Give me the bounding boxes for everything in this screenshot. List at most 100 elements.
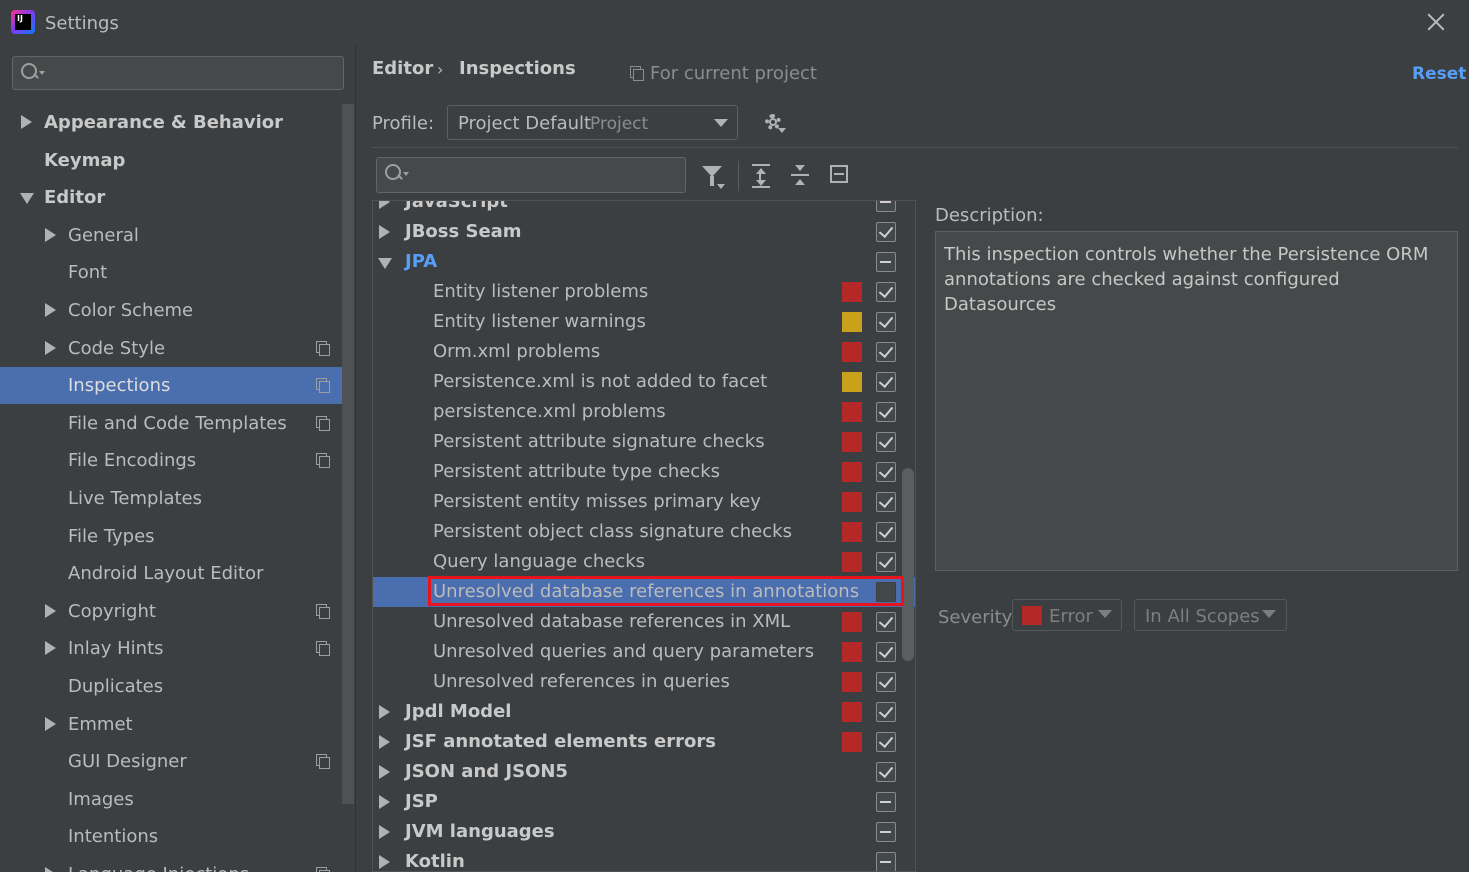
inspection-checkbox[interactable] (876, 792, 896, 812)
inspection-checkbox[interactable] (876, 642, 896, 662)
chevron-down-icon[interactable] (20, 193, 34, 204)
sidebar-item-inspections[interactable]: Inspections (0, 367, 354, 404)
settings-search-input[interactable] (12, 56, 344, 90)
sidebar-item-color-scheme[interactable]: Color Scheme (0, 292, 354, 329)
sidebar-item-duplicates[interactable]: Duplicates (0, 668, 354, 705)
reset-link[interactable]: Reset (1412, 64, 1466, 84)
inspection-row-jpa[interactable]: JPA (373, 247, 915, 277)
inspection-row-persistence-xml-is-not-added-to-facet[interactable]: Persistence.xml is not added to facet (373, 367, 915, 397)
inspection-checkbox[interactable] (876, 312, 896, 332)
sidebar-item-android-layout-editor[interactable]: Android Layout Editor (0, 555, 354, 592)
sidebar-item-editor[interactable]: Editor (0, 179, 354, 216)
inspection-row-orm-xml-problems[interactable]: Orm.xml problems (373, 337, 915, 367)
inspection-checkbox[interactable] (876, 492, 896, 512)
sidebar-scrollbar[interactable] (342, 104, 354, 804)
chevron-right-icon[interactable] (379, 225, 390, 239)
sidebar-item-language-injections[interactable]: Language Injections (0, 856, 354, 872)
inspection-checkbox[interactable] (876, 732, 896, 752)
inspection-row-javascript[interactable]: JavaScript (373, 200, 915, 217)
inspection-row-persistence-xml-problems[interactable]: persistence.xml problems (373, 397, 915, 427)
inspection-row-jsf-annotated-elements-errors[interactable]: JSF annotated elements errors (373, 727, 915, 757)
inspection-row-unresolved-database-references-in-annotations[interactable]: Unresolved database references in annota… (373, 577, 915, 607)
inspection-row-entity-listener-problems[interactable]: Entity listener problems (373, 277, 915, 307)
chevron-right-icon[interactable] (45, 867, 56, 872)
inspection-row-unresolved-database-references-in-xml[interactable]: Unresolved database references in XML (373, 607, 915, 637)
scope-dropdown[interactable]: In All Scopes (1134, 599, 1287, 631)
search-options-chevron-icon[interactable] (403, 172, 409, 176)
inspections-scrollbar[interactable] (902, 468, 914, 661)
inspection-row-unresolved-references-in-queries[interactable]: Unresolved references in queries (373, 667, 915, 697)
inspection-checkbox[interactable] (876, 762, 896, 782)
breadcrumb-editor[interactable]: Editor (372, 58, 433, 79)
inspection-checkbox[interactable] (876, 222, 896, 242)
sidebar-item-inlay-hints[interactable]: Inlay Hints (0, 630, 354, 667)
sidebar-item-intentions[interactable]: Intentions (0, 818, 354, 855)
reset-to-default-icon[interactable] (830, 165, 850, 185)
inspection-checkbox[interactable] (876, 852, 896, 872)
inspection-checkbox[interactable] (876, 342, 896, 362)
chevron-right-icon[interactable] (379, 795, 390, 809)
profile-dropdown[interactable]: Project Default Project (447, 105, 738, 140)
chevron-down-icon[interactable] (378, 258, 392, 269)
sidebar-item-file-encodings[interactable]: File Encodings (0, 442, 354, 479)
chevron-right-icon[interactable] (45, 303, 56, 317)
inspection-row-query-language-checks[interactable]: Query language checks (373, 547, 915, 577)
inspection-checkbox[interactable] (876, 252, 896, 272)
inspection-checkbox[interactable] (876, 432, 896, 452)
search-options-chevron-icon[interactable] (39, 71, 45, 75)
inspection-row-persistent-attribute-signature-checks[interactable]: Persistent attribute signature checks (373, 427, 915, 457)
sidebar-item-appearance-behavior[interactable]: Appearance & Behavior (0, 104, 354, 141)
sidebar-item-gui-designer[interactable]: GUI Designer (0, 743, 354, 780)
chevron-right-icon[interactable] (379, 705, 390, 719)
collapse-all-icon[interactable] (791, 164, 811, 188)
sidebar-item-code-style[interactable]: Code Style (0, 330, 354, 367)
sidebar-item-file-types[interactable]: File Types (0, 518, 354, 555)
sidebar-item-emmet[interactable]: Emmet (0, 706, 354, 743)
inspection-row-persistent-entity-misses-primary-key[interactable]: Persistent entity misses primary key (373, 487, 915, 517)
inspection-checkbox[interactable] (876, 702, 896, 722)
chevron-right-icon[interactable] (379, 765, 390, 779)
close-icon[interactable] (1424, 10, 1448, 34)
inspection-row-jsp[interactable]: JSP (373, 787, 915, 817)
inspection-row-jboss-seam[interactable]: JBoss Seam (373, 217, 915, 247)
inspection-checkbox[interactable] (876, 672, 896, 692)
inspection-row-persistent-object-class-signature-checks[interactable]: Persistent object class signature checks (373, 517, 915, 547)
inspection-search-input[interactable] (376, 157, 686, 193)
inspection-row-kotlin[interactable]: Kotlin (373, 847, 915, 872)
inspection-row-unresolved-queries-and-query-parameters[interactable]: Unresolved queries and query parameters (373, 637, 915, 667)
inspection-checkbox[interactable] (876, 282, 896, 302)
sidebar-item-keymap[interactable]: Keymap (0, 142, 354, 179)
chevron-right-icon[interactable] (379, 825, 390, 839)
chevron-right-icon[interactable] (379, 855, 390, 869)
inspection-checkbox[interactable] (876, 402, 896, 422)
chevron-right-icon[interactable] (45, 228, 56, 242)
inspection-row-entity-listener-warnings[interactable]: Entity listener warnings (373, 307, 915, 337)
sidebar-item-general[interactable]: General (0, 217, 354, 254)
inspection-row-persistent-attribute-type-checks[interactable]: Persistent attribute type checks (373, 457, 915, 487)
chevron-right-icon[interactable] (21, 115, 32, 129)
chevron-right-icon[interactable] (45, 341, 56, 355)
sidebar-item-copyright[interactable]: Copyright (0, 593, 354, 630)
chevron-right-icon[interactable] (379, 735, 390, 749)
expand-all-icon[interactable] (752, 164, 772, 188)
sidebar-item-live-templates[interactable]: Live Templates (0, 480, 354, 517)
inspection-checkbox[interactable] (876, 552, 896, 572)
chevron-right-icon[interactable] (45, 641, 56, 655)
chevron-right-icon[interactable] (45, 604, 56, 618)
sidebar-item-images[interactable]: Images (0, 781, 354, 818)
chevron-right-icon[interactable] (379, 200, 390, 209)
inspection-checkbox[interactable] (876, 372, 896, 392)
inspection-row-jvm-languages[interactable]: JVM languages (373, 817, 915, 847)
inspection-checkbox[interactable] (876, 612, 896, 632)
inspection-row-json-and-json5[interactable]: JSON and JSON5 (373, 757, 915, 787)
inspection-checkbox[interactable] (876, 462, 896, 482)
inspection-row-jpdl-model[interactable]: Jpdl Model (373, 697, 915, 727)
chevron-right-icon[interactable] (45, 717, 56, 731)
inspection-checkbox[interactable] (876, 822, 896, 842)
inspection-checkbox[interactable] (876, 200, 896, 212)
inspection-checkbox[interactable] (876, 522, 896, 542)
inspection-checkbox[interactable] (876, 582, 896, 602)
sidebar-item-file-and-code-templates[interactable]: File and Code Templates (0, 405, 354, 442)
filter-icon[interactable] (702, 166, 726, 190)
gear-icon[interactable] (762, 111, 786, 135)
